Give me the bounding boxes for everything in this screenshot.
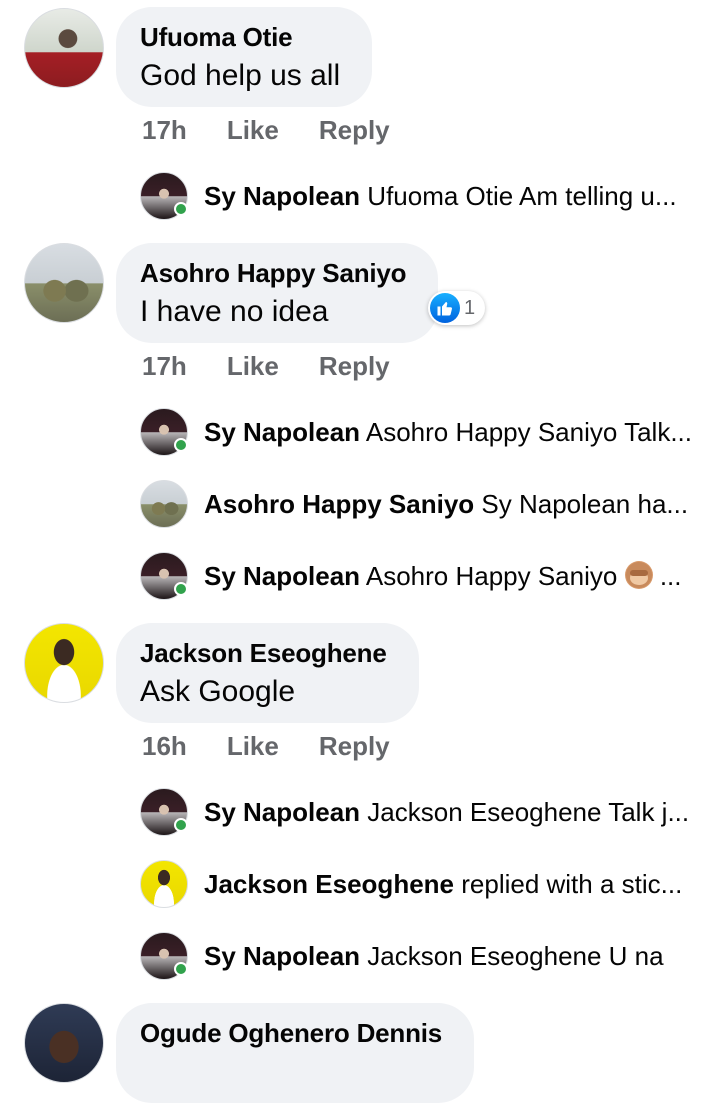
- reply-button[interactable]: Reply: [319, 114, 390, 146]
- comment-timestamp[interactable]: 17h: [142, 350, 187, 382]
- reaction-summary[interactable]: 1: [428, 291, 486, 325]
- comment-bubble[interactable]: Ufuoma Otie God help us all: [116, 7, 373, 107]
- comment-timestamp[interactable]: 17h: [142, 114, 187, 146]
- comment-author-name[interactable]: Asohro Happy Saniyo: [140, 257, 407, 289]
- reply-text: Ufuoma Otie Am telling u...: [367, 181, 677, 211]
- reply-button[interactable]: Reply: [319, 350, 390, 382]
- reaction-count: 1: [464, 296, 476, 319]
- comment-bubble[interactable]: Asohro Happy Saniyo I have no idea: [116, 243, 439, 343]
- comment-actions: 17h Like Reply: [142, 350, 390, 382]
- like-button[interactable]: Like: [227, 730, 279, 762]
- reply-author-name[interactable]: Sy Napolean: [204, 417, 360, 447]
- reply-item[interactable]: Jackson Eseoghene replied with a stic...: [204, 868, 696, 900]
- reply-text: Jackson Eseoghene U na: [367, 941, 664, 971]
- reply-item[interactable]: Sy Napolean Asohro Happy Saniyo Talk...: [204, 416, 696, 448]
- avatar-ogude-oghenero-dennis[interactable]: [24, 1003, 104, 1083]
- avatar-asohro-happy-saniyo[interactable]: [140, 480, 188, 528]
- comment-text: I have no idea: [140, 295, 329, 328]
- reply-author-name[interactable]: Sy Napolean: [204, 941, 360, 971]
- reply-item[interactable]: Sy Napolean Asohro Happy Saniyo ...: [204, 560, 696, 592]
- reply-button[interactable]: Reply: [319, 730, 390, 762]
- reply-text-ellipsis: ...: [659, 561, 682, 591]
- comment-actions: 17h Like Reply: [142, 114, 390, 146]
- reply-text: Sy Napolean ha...: [481, 489, 689, 519]
- comment-timestamp[interactable]: 16h: [142, 730, 187, 762]
- reply-author-name[interactable]: Jackson Eseoghene: [204, 869, 454, 899]
- see-no-evil-monkey-emoji-icon: [624, 561, 653, 589]
- reply-author-name[interactable]: Sy Napolean: [204, 561, 360, 591]
- avatar-asohro-happy-saniyo[interactable]: [24, 243, 104, 323]
- online-status-indicator: [174, 582, 188, 596]
- avatar-ufuoma-otie[interactable]: [24, 8, 104, 88]
- reply-text: Asohro Happy Saniyo Talk...: [365, 417, 693, 447]
- reply-text: Asohro Happy Saniyo: [365, 561, 618, 591]
- reply-author-name[interactable]: Sy Napolean: [204, 797, 360, 827]
- comment-bubble[interactable]: Ogude Oghenero Dennis: [116, 1003, 475, 1103]
- comment-text: Ask Google: [140, 675, 296, 708]
- like-button[interactable]: Like: [227, 350, 279, 382]
- comment-author-name[interactable]: Ufuoma Otie: [140, 21, 340, 53]
- online-status-indicator: [174, 202, 188, 216]
- reply-item[interactable]: Asohro Happy Saniyo Sy Napolean ha...: [204, 488, 696, 520]
- avatar-jackson-eseoghene[interactable]: [140, 860, 188, 908]
- avatar-jackson-eseoghene[interactable]: [24, 623, 104, 703]
- online-status-indicator: [174, 438, 188, 452]
- reply-author-name[interactable]: Asohro Happy Saniyo: [204, 489, 474, 519]
- reply-item[interactable]: Sy Napolean Ufuoma Otie Am telling u...: [204, 180, 696, 212]
- online-status-indicator: [174, 962, 188, 976]
- comment-author-name[interactable]: Jackson Eseoghene: [140, 637, 387, 669]
- comment-actions: 16h Like Reply: [142, 730, 390, 762]
- comment-text: God help us all: [140, 59, 341, 92]
- reply-author-name[interactable]: Sy Napolean: [204, 181, 360, 211]
- comment-bubble[interactable]: Jackson Eseoghene Ask Google: [116, 623, 419, 723]
- like-thumb-icon: [430, 293, 460, 323]
- like-button[interactable]: Like: [227, 114, 279, 146]
- online-status-indicator: [174, 818, 188, 832]
- comment-author-name[interactable]: Ogude Oghenero Dennis: [140, 1017, 442, 1049]
- reply-text: replied with a stic...: [461, 869, 683, 899]
- reply-text: Jackson Eseoghene Talk j...: [367, 797, 690, 827]
- reply-item[interactable]: Sy Napolean Jackson Eseoghene U na: [204, 940, 696, 972]
- reply-item[interactable]: Sy Napolean Jackson Eseoghene Talk j...: [204, 796, 696, 828]
